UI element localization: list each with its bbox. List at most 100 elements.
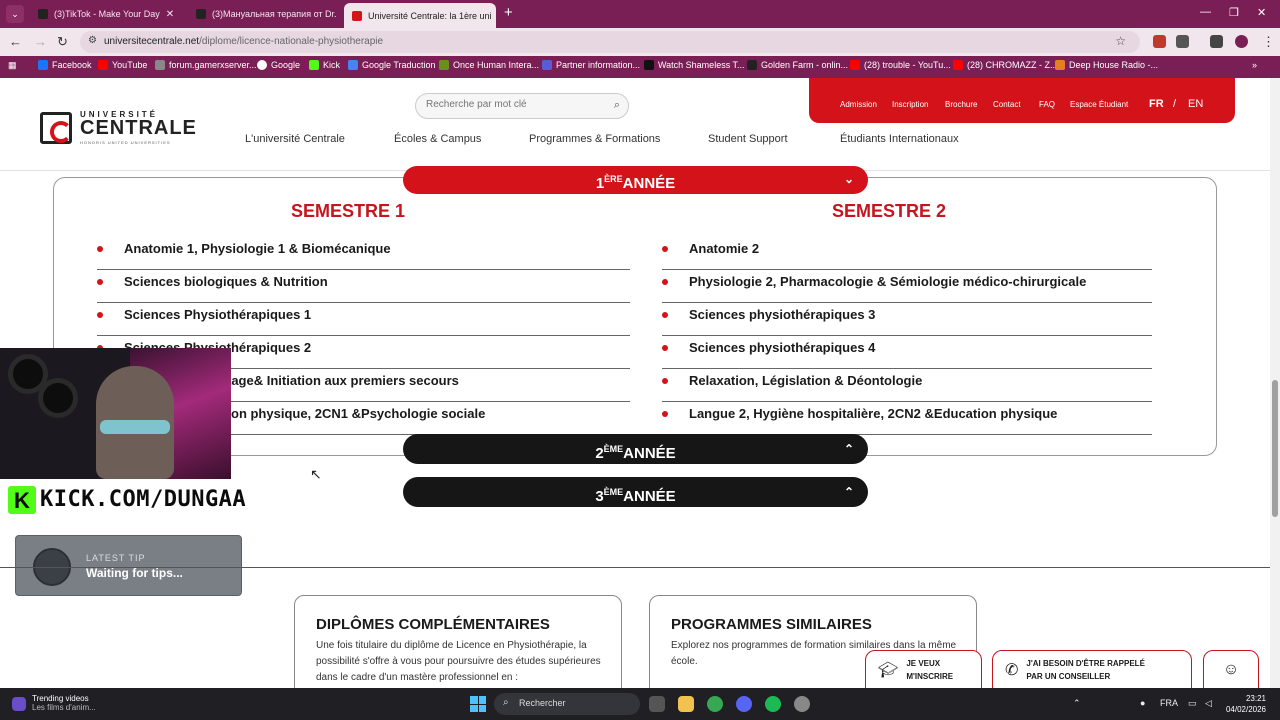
course-item: Anatomie 2 bbox=[662, 237, 1152, 270]
bookmark-google-traduction[interactable]: Google Traduction bbox=[348, 60, 436, 70]
restore-icon[interactable]: ❐ bbox=[1229, 6, 1239, 19]
new-tab-icon[interactable]: + bbox=[504, 5, 513, 21]
chevron-up-icon: ⌃ bbox=[843, 442, 854, 456]
semester-1-title: SEMESTRE 1 bbox=[291, 201, 406, 221]
bookmark-facebook[interactable]: Facebook bbox=[38, 60, 92, 70]
forward-icon[interactable]: → bbox=[34, 34, 47, 49]
cta-inscription-button[interactable]: 🎓︎ JE VEUX M'INSCRIRE bbox=[865, 650, 982, 690]
tiktok-icon bbox=[38, 9, 48, 19]
bookmark-once-human[interactable]: Once Human Intera... bbox=[439, 60, 539, 70]
bullet-icon bbox=[662, 345, 668, 351]
tab-search-icon[interactable]: ⌄ bbox=[6, 5, 24, 23]
windows-start-icon[interactable] bbox=[470, 696, 486, 712]
link-contact[interactable]: Contact bbox=[993, 100, 1021, 109]
nav-ecoles-campus[interactable]: Écoles & Campus bbox=[394, 133, 481, 145]
profile-avatar[interactable] bbox=[1235, 35, 1248, 48]
bookmarks-overflow-icon[interactable]: » bbox=[1252, 60, 1257, 70]
nav-programmes[interactable]: Programmes & Formations bbox=[529, 133, 660, 145]
lang-separator: / bbox=[1173, 98, 1177, 110]
search-icon[interactable]: ⌕ bbox=[614, 99, 620, 112]
link-faq[interactable]: FAQ bbox=[1039, 100, 1055, 109]
taskbar-search[interactable]: ⌕ Rechercher bbox=[494, 693, 640, 715]
site-header: UNIVERSITÉ CENTRALE HONORIS UNITED UNIVE… bbox=[0, 78, 1270, 171]
file-explorer-icon[interactable] bbox=[678, 696, 694, 712]
extension-icon[interactable] bbox=[1153, 35, 1166, 48]
extensions-puzzle-icon[interactable] bbox=[1176, 35, 1189, 48]
semester-2-title: SEMESTRE 2 bbox=[832, 201, 947, 221]
tab-tiktok-2[interactable]: (3)Мануальная терапия от Dr. ✕ bbox=[188, 2, 338, 26]
bookmark-shameless[interactable]: Watch Shameless T... bbox=[644, 60, 745, 70]
tab-tiktok[interactable]: (3)TikTok - Make Your Day ✕ bbox=[30, 2, 182, 26]
bookmark-golden-farm[interactable]: Golden Farm - onlin... bbox=[747, 60, 848, 70]
bookmark-youtube-chromazz[interactable]: (28) CHROMAZZ - Z... bbox=[953, 60, 1058, 70]
phone-icon: ✆ bbox=[1005, 662, 1019, 679]
reload-icon[interactable]: ↻ bbox=[57, 34, 68, 50]
link-espace-etudiant[interactable]: Espace Étudiant bbox=[1070, 100, 1128, 109]
back-icon[interactable]: ← bbox=[9, 34, 22, 49]
bullet-icon bbox=[97, 279, 103, 285]
close-window-icon[interactable]: ✕ bbox=[1257, 6, 1266, 19]
obs-icon[interactable] bbox=[794, 696, 810, 712]
browser-tab-bar: ⌄ (3)TikTok - Make Your Day ✕ (3)Мануаль… bbox=[0, 0, 1280, 28]
site-favicon-icon bbox=[352, 10, 362, 21]
nav-etudiants-internationaux[interactable]: Étudiants Internationaux bbox=[840, 133, 959, 145]
chat-button[interactable]: ☺ bbox=[1203, 650, 1259, 690]
volume-icon[interactable]: ◁ bbox=[1205, 698, 1212, 709]
site-info-icon[interactable]: ⚙ bbox=[88, 35, 97, 46]
latest-tip-widget: LATEST TIP Waiting for tips... bbox=[15, 535, 242, 596]
input-language[interactable]: FRA bbox=[1160, 698, 1178, 708]
link-inscription[interactable]: Inscription bbox=[892, 100, 928, 109]
microphone-icon[interactable]: ● bbox=[1140, 698, 1145, 708]
menu-kebab-icon[interactable]: ⋮ bbox=[1262, 34, 1275, 50]
bullet-icon bbox=[97, 312, 103, 318]
minimize-icon[interactable]: — bbox=[1200, 6, 1211, 18]
widgets-icon bbox=[12, 697, 26, 711]
link-admission[interactable]: Admission bbox=[840, 100, 877, 109]
bullet-icon bbox=[662, 411, 668, 417]
utility-bar: Admission Inscription Brochure Contact F… bbox=[809, 78, 1235, 123]
site-search-input[interactable] bbox=[426, 99, 596, 110]
url-domain: universitecentrale.net bbox=[104, 36, 200, 47]
card-diplomes-complementaires[interactable]: DIPLÔMES COMPLÉMENTAIRES Une fois titula… bbox=[294, 595, 622, 695]
bookmark-youtube-trouble[interactable]: (28) trouble - YouTu... bbox=[850, 60, 951, 70]
link-brochure[interactable]: Brochure bbox=[945, 100, 977, 109]
lang-en[interactable]: EN bbox=[1188, 98, 1203, 110]
year-3-toggle[interactable]: 3ÈMEANNÉE ⌃ bbox=[403, 477, 868, 507]
universite-centrale-logo[interactable]: UNIVERSITÉ CENTRALE HONORIS UNITED UNIVE… bbox=[40, 110, 196, 150]
year-1-toggle[interactable]: 1ÈREANNÉE ⌄ bbox=[403, 166, 868, 194]
year-2-toggle[interactable]: 2ÈMEANNÉE ⌃ bbox=[403, 434, 868, 464]
scrollbar-thumb[interactable] bbox=[1272, 380, 1278, 517]
task-view-icon[interactable] bbox=[649, 696, 665, 712]
webcam-overlay bbox=[0, 348, 231, 479]
close-tab-icon[interactable]: ✕ bbox=[166, 9, 174, 20]
tray-overflow-icon[interactable]: ⌃ bbox=[1073, 698, 1081, 709]
news-widget[interactable]: Trending videos Les films d'anim... bbox=[12, 694, 96, 712]
tab-universite-centrale[interactable]: Université Centrale: la 1ère uni ✕ bbox=[344, 3, 496, 28]
lang-fr[interactable]: FR bbox=[1149, 98, 1164, 110]
bookmark-deep-house[interactable]: Deep House Radio -... bbox=[1055, 60, 1158, 70]
network-icon[interactable]: ▭ bbox=[1188, 698, 1197, 709]
bookmark-kick[interactable]: Kick bbox=[309, 60, 340, 70]
bookmark-star-icon[interactable]: ☆ bbox=[1115, 34, 1126, 48]
spotify-icon[interactable] bbox=[765, 696, 781, 712]
nav-student-support[interactable]: Student Support bbox=[708, 133, 788, 145]
media-control-icon[interactable] bbox=[1210, 35, 1223, 48]
nav-universite[interactable]: L'université Centrale bbox=[245, 133, 345, 145]
system-clock[interactable]: 23:21 04/02/2026 bbox=[1226, 693, 1266, 715]
bullet-icon bbox=[97, 246, 103, 252]
chrome-icon[interactable] bbox=[707, 696, 723, 712]
cta-callback-button[interactable]: ✆ J'AI BESOIN D'ÊTRE RAPPELÉ PAR UN CONS… bbox=[992, 650, 1192, 690]
bookmark-google[interactable]: Google bbox=[257, 60, 300, 70]
bookmarks-bar: ▦ Facebook YouTube forum.gamerxserver...… bbox=[0, 56, 1280, 78]
apps-grid-icon[interactable]: ▦ bbox=[8, 60, 17, 71]
url-path: /diplome/licence-nationale-physiotherapi… bbox=[199, 36, 384, 47]
discord-icon[interactable] bbox=[736, 696, 752, 712]
bookmark-youtube[interactable]: YouTube bbox=[98, 60, 147, 70]
graduation-cap-icon: 🎓︎ bbox=[878, 662, 899, 679]
bookmark-partner[interactable]: Partner information... bbox=[542, 60, 640, 70]
url-bar[interactable]: ⚙ universitecentrale.net/diplome/licence… bbox=[80, 31, 1140, 53]
chevron-up-icon: ⌃ bbox=[843, 485, 854, 499]
course-item: Relaxation, Législation & Déontologie bbox=[662, 369, 1152, 402]
windows-taskbar: Trending videos Les films d'anim... ⌕ Re… bbox=[0, 688, 1280, 720]
bookmark-forum[interactable]: forum.gamerxserver... bbox=[155, 60, 257, 70]
